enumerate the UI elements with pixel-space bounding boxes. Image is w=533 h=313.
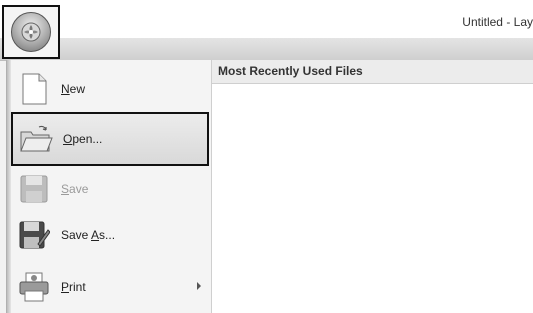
app-orb-icon bbox=[11, 12, 51, 52]
recent-files-pane: Most Recently Used Files bbox=[212, 60, 533, 313]
save-icon bbox=[17, 172, 51, 206]
menu-item-new[interactable]: New bbox=[11, 66, 209, 112]
ribbon-tab-strip bbox=[0, 38, 533, 61]
print-icon bbox=[17, 270, 51, 304]
title-bar: Untitled - Lay bbox=[0, 0, 533, 39]
application-menu: New Open... Save Save As... Print Most R… bbox=[6, 60, 533, 313]
menu-item-open[interactable]: Open... bbox=[11, 112, 209, 166]
recent-files-header: Most Recently Used Files bbox=[212, 60, 533, 84]
application-menu-button[interactable] bbox=[2, 5, 60, 59]
save-as-icon bbox=[17, 218, 51, 252]
window-title: Untitled - Lay bbox=[462, 15, 533, 29]
menu-item-save[interactable]: Save bbox=[11, 166, 209, 212]
menu-commands: New Open... Save Save As... Print bbox=[7, 60, 212, 313]
menu-item-save-as[interactable]: Save As... bbox=[11, 212, 209, 258]
submenu-arrow-icon bbox=[197, 282, 201, 290]
open-folder-icon bbox=[19, 122, 53, 156]
menu-item-print[interactable]: Print bbox=[11, 264, 209, 310]
new-document-icon bbox=[17, 72, 51, 106]
